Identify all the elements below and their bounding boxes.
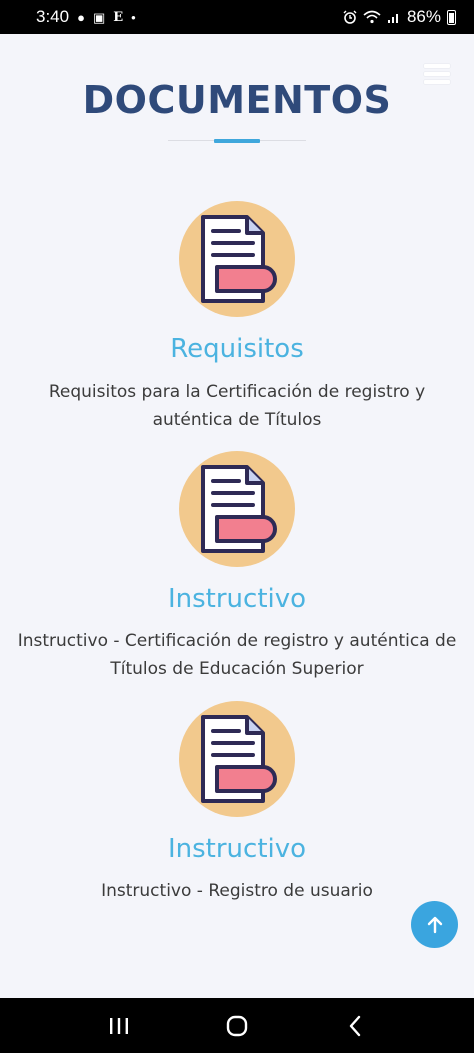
image-icon: ▣ [92,9,106,25]
dot-icon: • [131,9,136,25]
card-title-requisitos[interactable]: Requisitos [0,334,474,364]
document-icon[interactable] [179,451,295,567]
card-title-instructivo[interactable]: Instructivo [0,584,474,614]
card-desc-line: Títulos de Educación Superior [110,659,364,679]
home-icon [226,1015,248,1036]
system-nav-bar [0,998,474,1053]
back-button[interactable] [335,1006,375,1046]
status-left: 3:40 ● ▣ E • [36,7,136,27]
chat-bubble-icon: ● [77,9,85,25]
battery-percent: 86% [406,7,441,26]
card-description: Instructivo - Registro de usuario [12,877,462,905]
battery-icon [447,9,456,25]
home-button[interactable] [217,1006,257,1046]
title-accent-bar [214,139,260,143]
document-icon[interactable] [179,701,295,817]
scroll-to-top-button[interactable] [411,901,458,948]
card-desc-line: auténtica de Títulos [152,410,322,430]
card-desc-line: Instructivo - Certificación de registro … [17,631,457,651]
card-description: Requisitos para la Certificación de regi… [12,378,462,434]
recent-apps-button[interactable] [99,1006,139,1046]
status-right: 86% [343,7,456,27]
card-description: Instructivo - Certificación de registro … [12,627,462,683]
document-icon[interactable] [179,201,295,317]
status-time: 3:40 [36,7,70,26]
arrow-up-icon [427,916,442,933]
recent-apps-icon [110,1017,128,1034]
app-e-icon: E [113,9,124,25]
wifi-icon [363,10,381,24]
alarm-icon [343,10,357,24]
card-title-instructivo-usuario[interactable]: Instructivo [0,834,474,864]
back-icon [349,1015,361,1036]
page-content: DOCUMENTOS Requisitos Requisitos para la… [0,34,474,998]
signal-icon [387,14,398,23]
card-desc-line: Requisitos para la Certificación de regi… [48,382,426,402]
page-title: DOCUMENTOS [82,78,392,122]
card-desc-line: Instructivo - Registro de usuario [101,881,373,901]
status-bar: 3:40 ● ▣ E • 86% [0,0,474,34]
